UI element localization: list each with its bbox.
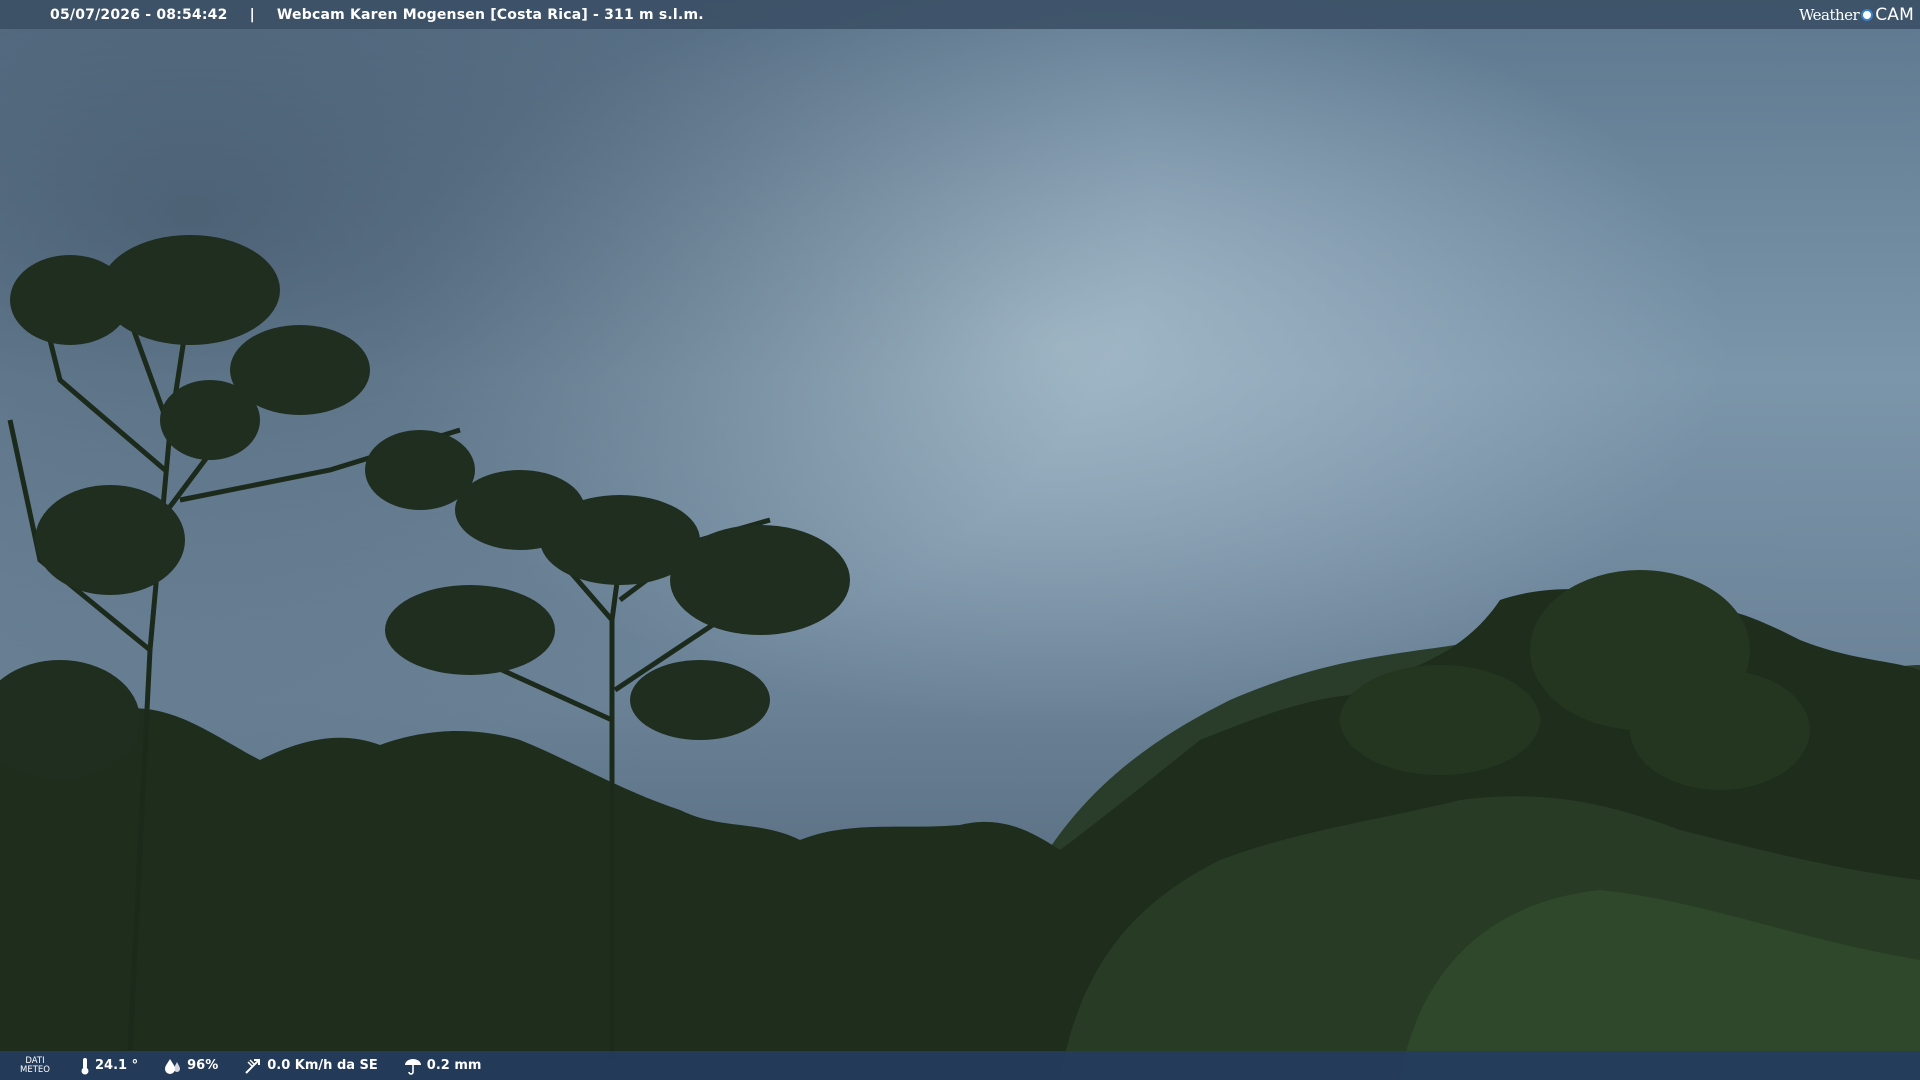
humidity-icon: [165, 1058, 181, 1074]
logo-word: Weather: [1798, 5, 1860, 24]
top-info-bar: 05/07/2026 - 08:54:42 | Webcam Karen Mog…: [0, 0, 1920, 29]
wind-icon: [245, 1058, 261, 1074]
humidity-value: 96%: [187, 1058, 219, 1073]
rain-reading: 0.2 mm: [404, 1057, 482, 1075]
temperature-value: 24.1 °: [95, 1058, 139, 1073]
webcam-image: [0, 0, 1920, 1080]
timestamp: 05/07/2026 - 08:54:42: [50, 6, 228, 23]
weather-data-bar: DATI METEO 24.1 ° 96% 0.0 Km/h da SE 0.2…: [0, 1051, 1920, 1080]
logo-dot-icon: [1861, 8, 1874, 21]
rain-value: 0.2 mm: [426, 1058, 482, 1073]
rain-icon: [404, 1058, 421, 1075]
humidity-reading: 96%: [164, 1058, 218, 1074]
webcam-title: Webcam Karen Mogensen [Costa Rica] - 311…: [276, 6, 704, 23]
temperature-reading: 24.1 °: [80, 1057, 138, 1075]
wind-value: 0.0 Km/h da SE: [267, 1058, 378, 1073]
wind-reading: 0.0 Km/h da SE: [244, 1057, 378, 1075]
separator: |: [249, 6, 255, 23]
dati-meteo-label: DATI METEO: [20, 1055, 50, 1075]
thermometer-icon: [81, 1057, 89, 1074]
logo-cam: CAM: [1875, 4, 1914, 25]
weathercam-logo[interactable]: Weather CAM: [1799, 0, 1920, 29]
